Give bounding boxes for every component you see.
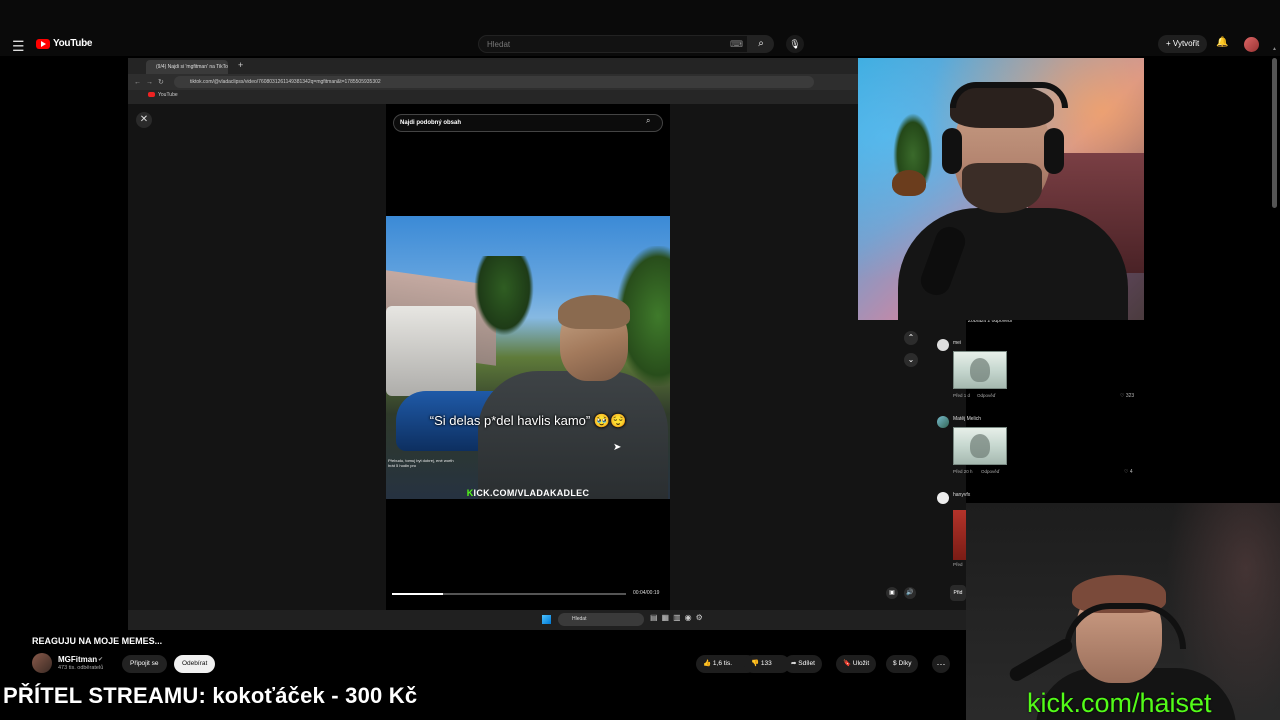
- comment-avatar[interactable]: [937, 492, 949, 504]
- webcam-poop-figure: [892, 170, 926, 196]
- reply-button[interactable]: Odpověď: [981, 469, 1000, 474]
- browser-tab[interactable]: (9/4) Najdi si 'mgfitman' na TikToku: [146, 60, 228, 74]
- taskbar-search[interactable]: Hledat: [558, 613, 644, 626]
- menu-icon[interactable]: ☰: [12, 38, 25, 55]
- video-person: [478, 295, 668, 499]
- headphone-right: [1044, 128, 1064, 174]
- bell-icon[interactable]: 🔔: [1216, 37, 1228, 48]
- channel-avatar[interactable]: [32, 653, 52, 673]
- address-bar[interactable]: tiktok.com/@vladaclipss/video/7608031261…: [174, 76, 814, 88]
- comment-avatar[interactable]: [937, 416, 949, 428]
- new-tab-button[interactable]: +: [238, 60, 243, 70]
- share-label: Sdílet: [798, 660, 815, 667]
- tiktok-video-frame[interactable]: [386, 216, 670, 499]
- kick-watermark-text: ICK.COM/VLADAKADLEC: [473, 488, 590, 498]
- browser-nav-icons[interactable]: ←→↻: [134, 78, 169, 86]
- channel-name[interactable]: MGFitman: [58, 655, 97, 664]
- thumbs-down-icon: 👎: [751, 660, 760, 667]
- comment-time: Před: [953, 562, 963, 567]
- super-thanks-icon: $: [893, 660, 897, 667]
- video-title: REAGUJU NA MOJE MEMES...: [32, 636, 163, 646]
- volume-icon[interactable]: 🔊: [904, 587, 916, 599]
- thumbs-up-icon: 👍: [703, 660, 712, 667]
- mic-icon: 🎙: [789, 39, 801, 49]
- bookmarks-bar: [128, 90, 966, 104]
- video-subtitle: Přebudu, tomuj byt dobrej, ené worth hrá…: [388, 458, 454, 468]
- subscribe-button[interactable]: Odebírat: [174, 655, 216, 673]
- kick-url-overlay: kick.com/haiset: [1027, 688, 1212, 718]
- comment-time: Před 1 d: [953, 393, 971, 398]
- more-options-icon[interactable]: ⋯: [932, 655, 950, 673]
- embedded-browser-window: (9/4) Najdi si 'mgfitman' na TikToku + ←…: [128, 58, 966, 630]
- create-label: Vytvořit: [1172, 39, 1200, 48]
- pip-icon[interactable]: ▣: [886, 587, 898, 599]
- dislike-count: 133: [760, 660, 772, 667]
- comment-time: Před 20 h: [953, 469, 973, 474]
- comment-likes[interactable]: ♡ 323: [1120, 393, 1134, 399]
- headphones-icon: [950, 82, 1068, 108]
- like-count: 1,6 tis.: [712, 660, 733, 667]
- comment-avatar[interactable]: [937, 339, 949, 351]
- tiktok-search-input[interactable]: Najdi podobný obsah: [393, 114, 663, 132]
- search-button[interactable]: ⌕: [748, 35, 774, 53]
- webcam-main: [858, 58, 1144, 320]
- share-icon: ➦: [791, 660, 797, 667]
- share-button[interactable]: ➦ Sdílet: [784, 655, 822, 673]
- close-icon[interactable]: ✕: [136, 112, 152, 128]
- mouse-cursor-icon: ➤: [613, 442, 622, 453]
- save-button[interactable]: 🔖 Uložit: [836, 655, 877, 673]
- thanks-label: Díky: [898, 660, 912, 667]
- youtube-search-input[interactable]: Hledat: [478, 35, 748, 53]
- banknote-image[interactable]: [953, 427, 1007, 465]
- video-person-body: [478, 371, 668, 499]
- comment-user[interactable]: mei: [953, 340, 961, 346]
- video-person-hair: [558, 295, 630, 329]
- windows-start-icon[interactable]: [542, 615, 551, 624]
- comment-likes[interactable]: ♡ 4: [1124, 469, 1133, 475]
- search-icon[interactable]: ⌕: [646, 116, 650, 126]
- browser-tab-strip: [128, 58, 966, 74]
- video-kick-watermark: KICK.COM/VLADAKADLEC: [386, 488, 670, 498]
- banknote-image[interactable]: [953, 351, 1007, 389]
- account-avatar[interactable]: [1244, 37, 1259, 52]
- next-video-button[interactable]: ⌄: [904, 353, 918, 367]
- bookmark-youtube[interactable]: YouTube: [148, 92, 178, 98]
- streamer-beard: [962, 163, 1042, 213]
- kick-k: K: [466, 488, 474, 498]
- reply-button[interactable]: Odpověď: [977, 393, 996, 398]
- video-progress-fill[interactable]: [392, 593, 444, 595]
- comment-user[interactable]: Matěj Melich: [953, 416, 981, 422]
- youtube-play-icon: [36, 38, 50, 49]
- scroll-up-arrow[interactable]: ▲: [1272, 46, 1277, 52]
- comment-input[interactable]: Přid: [950, 585, 966, 601]
- subscriber-count: 473 tis. odběratelů: [58, 665, 104, 671]
- create-button[interactable]: + Vytvořit: [1158, 35, 1208, 53]
- stream-banner: PŘÍTEL STREAMU: kokoťáček - 300 Kč: [3, 683, 418, 708]
- like-count: 4: [1129, 469, 1133, 475]
- video-caption: “Si delas p*del havlis kamo” 🥹😌: [429, 413, 627, 428]
- comment-image[interactable]: [953, 510, 967, 560]
- bookmark-icon: 🔖: [843, 660, 852, 667]
- voice-search-button[interactable]: 🎙: [786, 35, 804, 53]
- youtube-logo-text: YouTube: [53, 38, 93, 49]
- keyboard-icon[interactable]: ⌨: [730, 39, 743, 50]
- youtube-logo[interactable]: YouTube: [36, 38, 93, 49]
- verified-icon: ✔: [98, 657, 104, 663]
- comment-user[interactable]: hanyvfx: [953, 492, 970, 498]
- save-label: Uložit: [852, 660, 870, 667]
- thanks-button[interactable]: $ Díky: [886, 655, 919, 673]
- taskbar-app-icons[interactable]: ▤▦▥◉⚙: [650, 613, 707, 622]
- video-time: 00:04/00:19: [633, 590, 660, 596]
- previous-video-button[interactable]: ⌃: [904, 331, 918, 345]
- join-button[interactable]: Připojit se: [122, 655, 167, 673]
- headphone-left: [942, 128, 962, 174]
- page-scrollbar[interactable]: [1272, 58, 1277, 208]
- like-count: 323: [1125, 393, 1135, 399]
- search-icon: ⌕: [758, 38, 764, 49]
- video-camper: [386, 306, 476, 396]
